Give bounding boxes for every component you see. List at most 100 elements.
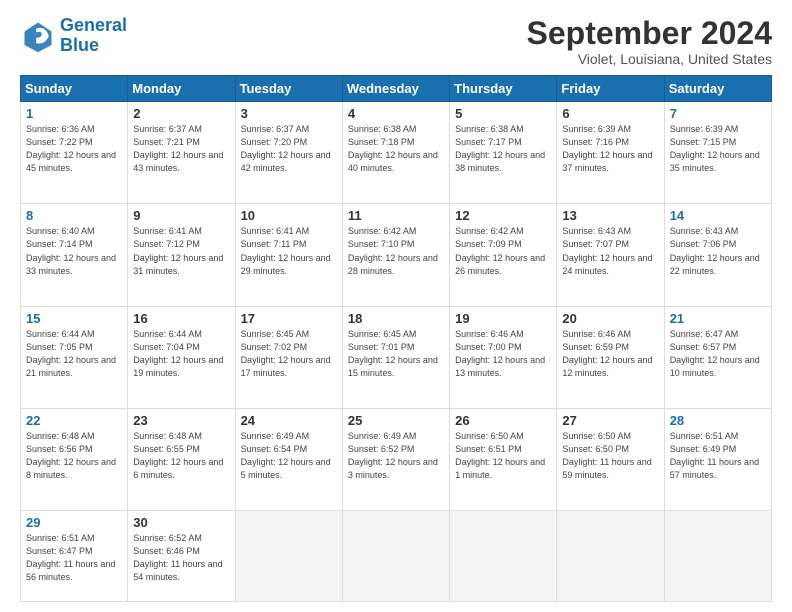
day-info: Sunrise: 6:50 AMSunset: 6:50 PMDaylight:… (562, 430, 658, 482)
day-number: 14 (670, 208, 766, 223)
calendar-cell: 27 Sunrise: 6:50 AMSunset: 6:50 PMDayligh… (557, 408, 664, 510)
calendar-header-row: SundayMondayTuesdayWednesdayThursdayFrid… (21, 76, 772, 102)
day-info: Sunrise: 6:51 AMSunset: 6:47 PMDaylight:… (26, 532, 122, 584)
day-info: Sunrise: 6:52 AMSunset: 6:46 PMDaylight:… (133, 532, 229, 584)
day-number: 28 (670, 413, 766, 428)
day-info: Sunrise: 6:39 AMSunset: 7:16 PMDaylight:… (562, 123, 658, 175)
calendar-cell: 19 Sunrise: 6:46 AMSunset: 7:00 PMDayligh… (450, 306, 557, 408)
calendar: SundayMondayTuesdayWednesdayThursdayFrid… (20, 75, 772, 602)
day-number: 7 (670, 106, 766, 121)
calendar-cell (664, 511, 771, 602)
calendar-cell: 29Sunrise: 6:51 AMSunset: 6:47 PMDayligh… (21, 511, 128, 602)
day-number: 22 (26, 413, 122, 428)
calendar-cell: 7 Sunrise: 6:39 AMSunset: 7:15 PMDaylight… (664, 102, 771, 204)
calendar-cell: 16 Sunrise: 6:44 AMSunset: 7:04 PMDayligh… (128, 306, 235, 408)
day-number: 20 (562, 311, 658, 326)
day-info: Sunrise: 6:50 AMSunset: 6:51 PMDaylight:… (455, 430, 551, 482)
day-info: Sunrise: 6:37 AMSunset: 7:21 PMDaylight:… (133, 123, 229, 175)
day-number: 12 (455, 208, 551, 223)
day-number: 16 (133, 311, 229, 326)
day-number: 8 (26, 208, 122, 223)
calendar-cell (235, 511, 342, 602)
day-info: Sunrise: 6:42 AMSunset: 7:10 PMDaylight:… (348, 225, 444, 277)
day-info: Sunrise: 6:40 AMSunset: 7:14 PMDaylight:… (26, 225, 122, 277)
day-number: 27 (562, 413, 658, 428)
day-info: Sunrise: 6:45 AMSunset: 7:01 PMDaylight:… (348, 328, 444, 380)
day-number: 9 (133, 208, 229, 223)
location-subtitle: Violet, Louisiana, United States (527, 51, 772, 67)
calendar-cell: 12 Sunrise: 6:42 AMSunset: 7:09 PMDayligh… (450, 204, 557, 306)
calendar-cell (450, 511, 557, 602)
day-number: 10 (241, 208, 337, 223)
day-info: Sunrise: 6:46 AMSunset: 7:00 PMDaylight:… (455, 328, 551, 380)
day-number: 21 (670, 311, 766, 326)
day-number: 25 (348, 413, 444, 428)
calendar-week-5: 29Sunrise: 6:51 AMSunset: 6:47 PMDayligh… (21, 511, 772, 602)
calendar-cell: 3Sunrise: 6:37 AMSunset: 7:20 PMDaylight… (235, 102, 342, 204)
day-info: Sunrise: 6:36 AMSunset: 7:22 PMDaylight:… (26, 123, 122, 175)
logo-blue: Blue (60, 35, 99, 55)
day-info: Sunrise: 6:48 AMSunset: 6:55 PMDaylight:… (133, 430, 229, 482)
day-number: 6 (562, 106, 658, 121)
calendar-cell: 28Sunrise: 6:51 AMSunset: 6:49 PMDayligh… (664, 408, 771, 510)
calendar-cell: 8 Sunrise: 6:40 AMSunset: 7:14 PMDaylight… (21, 204, 128, 306)
calendar-cell: 18Sunrise: 6:45 AMSunset: 7:01 PMDayligh… (342, 306, 449, 408)
day-info: Sunrise: 6:49 AMSunset: 6:54 PMDaylight:… (241, 430, 337, 482)
day-info: Sunrise: 6:44 AMSunset: 7:05 PMDaylight:… (26, 328, 122, 380)
calendar-cell (557, 511, 664, 602)
col-header-saturday: Saturday (664, 76, 771, 102)
col-header-friday: Friday (557, 76, 664, 102)
day-number: 13 (562, 208, 658, 223)
calendar-cell: 4 Sunrise: 6:38 AMSunset: 7:18 PMDaylight… (342, 102, 449, 204)
day-info: Sunrise: 6:41 AMSunset: 7:12 PMDaylight:… (133, 225, 229, 277)
calendar-week-2: 8 Sunrise: 6:40 AMSunset: 7:14 PMDaylight… (21, 204, 772, 306)
calendar-cell: 1Sunrise: 6:36 AMSunset: 7:22 PMDaylight… (21, 102, 128, 204)
day-info: Sunrise: 6:39 AMSunset: 7:15 PMDaylight:… (670, 123, 766, 175)
calendar-cell: 13Sunrise: 6:43 AMSunset: 7:07 PMDayligh… (557, 204, 664, 306)
month-title: September 2024 (527, 16, 772, 51)
calendar-cell (342, 511, 449, 602)
day-info: Sunrise: 6:43 AMSunset: 7:06 PMDaylight:… (670, 225, 766, 277)
calendar-cell: 30 Sunrise: 6:52 AMSunset: 6:46 PMDayligh… (128, 511, 235, 602)
day-number: 17 (241, 311, 337, 326)
calendar-week-3: 15 Sunrise: 6:44 AMSunset: 7:05 PMDayligh… (21, 306, 772, 408)
col-header-sunday: Sunday (21, 76, 128, 102)
day-info: Sunrise: 6:38 AMSunset: 7:18 PMDaylight:… (348, 123, 444, 175)
day-info: Sunrise: 6:44 AMSunset: 7:04 PMDaylight:… (133, 328, 229, 380)
calendar-cell: 25Sunrise: 6:49 AMSunset: 6:52 PMDayligh… (342, 408, 449, 510)
calendar-cell: 6 Sunrise: 6:39 AMSunset: 7:16 PMDaylight… (557, 102, 664, 204)
logo-text: General Blue (60, 16, 127, 56)
calendar-cell: 24Sunrise: 6:49 AMSunset: 6:54 PMDayligh… (235, 408, 342, 510)
day-number: 23 (133, 413, 229, 428)
day-info: Sunrise: 6:46 AMSunset: 6:59 PMDaylight:… (562, 328, 658, 380)
col-header-monday: Monday (128, 76, 235, 102)
day-number: 19 (455, 311, 551, 326)
day-number: 5 (455, 106, 551, 121)
logo-general: General (60, 15, 127, 35)
header: General Blue September 2024 Violet, Loui… (20, 16, 772, 67)
col-header-tuesday: Tuesday (235, 76, 342, 102)
day-number: 30 (133, 515, 229, 530)
day-info: Sunrise: 6:42 AMSunset: 7:09 PMDaylight:… (455, 225, 551, 277)
calendar-cell: 26 Sunrise: 6:50 AMSunset: 6:51 PMDayligh… (450, 408, 557, 510)
day-number: 11 (348, 208, 444, 223)
calendar-cell: 11 Sunrise: 6:42 AMSunset: 7:10 PMDayligh… (342, 204, 449, 306)
day-info: Sunrise: 6:47 AMSunset: 6:57 PMDaylight:… (670, 328, 766, 380)
day-number: 2 (133, 106, 229, 121)
calendar-week-4: 22 Sunrise: 6:48 AMSunset: 6:56 PMDayligh… (21, 408, 772, 510)
day-info: Sunrise: 6:38 AMSunset: 7:17 PMDaylight:… (455, 123, 551, 175)
calendar-cell: 5 Sunrise: 6:38 AMSunset: 7:17 PMDaylight… (450, 102, 557, 204)
day-number: 4 (348, 106, 444, 121)
logo: General Blue (20, 16, 127, 56)
day-info: Sunrise: 6:48 AMSunset: 6:56 PMDaylight:… (26, 430, 122, 482)
day-number: 26 (455, 413, 551, 428)
day-info: Sunrise: 6:41 AMSunset: 7:11 PMDaylight:… (241, 225, 337, 277)
day-info: Sunrise: 6:37 AMSunset: 7:20 PMDaylight:… (241, 123, 337, 175)
col-header-wednesday: Wednesday (342, 76, 449, 102)
calendar-cell: 20 Sunrise: 6:46 AMSunset: 6:59 PMDayligh… (557, 306, 664, 408)
day-number: 15 (26, 311, 122, 326)
calendar-week-1: 1Sunrise: 6:36 AMSunset: 7:22 PMDaylight… (21, 102, 772, 204)
calendar-cell: 22 Sunrise: 6:48 AMSunset: 6:56 PMDayligh… (21, 408, 128, 510)
col-header-thursday: Thursday (450, 76, 557, 102)
title-block: September 2024 Violet, Louisiana, United… (527, 16, 772, 67)
